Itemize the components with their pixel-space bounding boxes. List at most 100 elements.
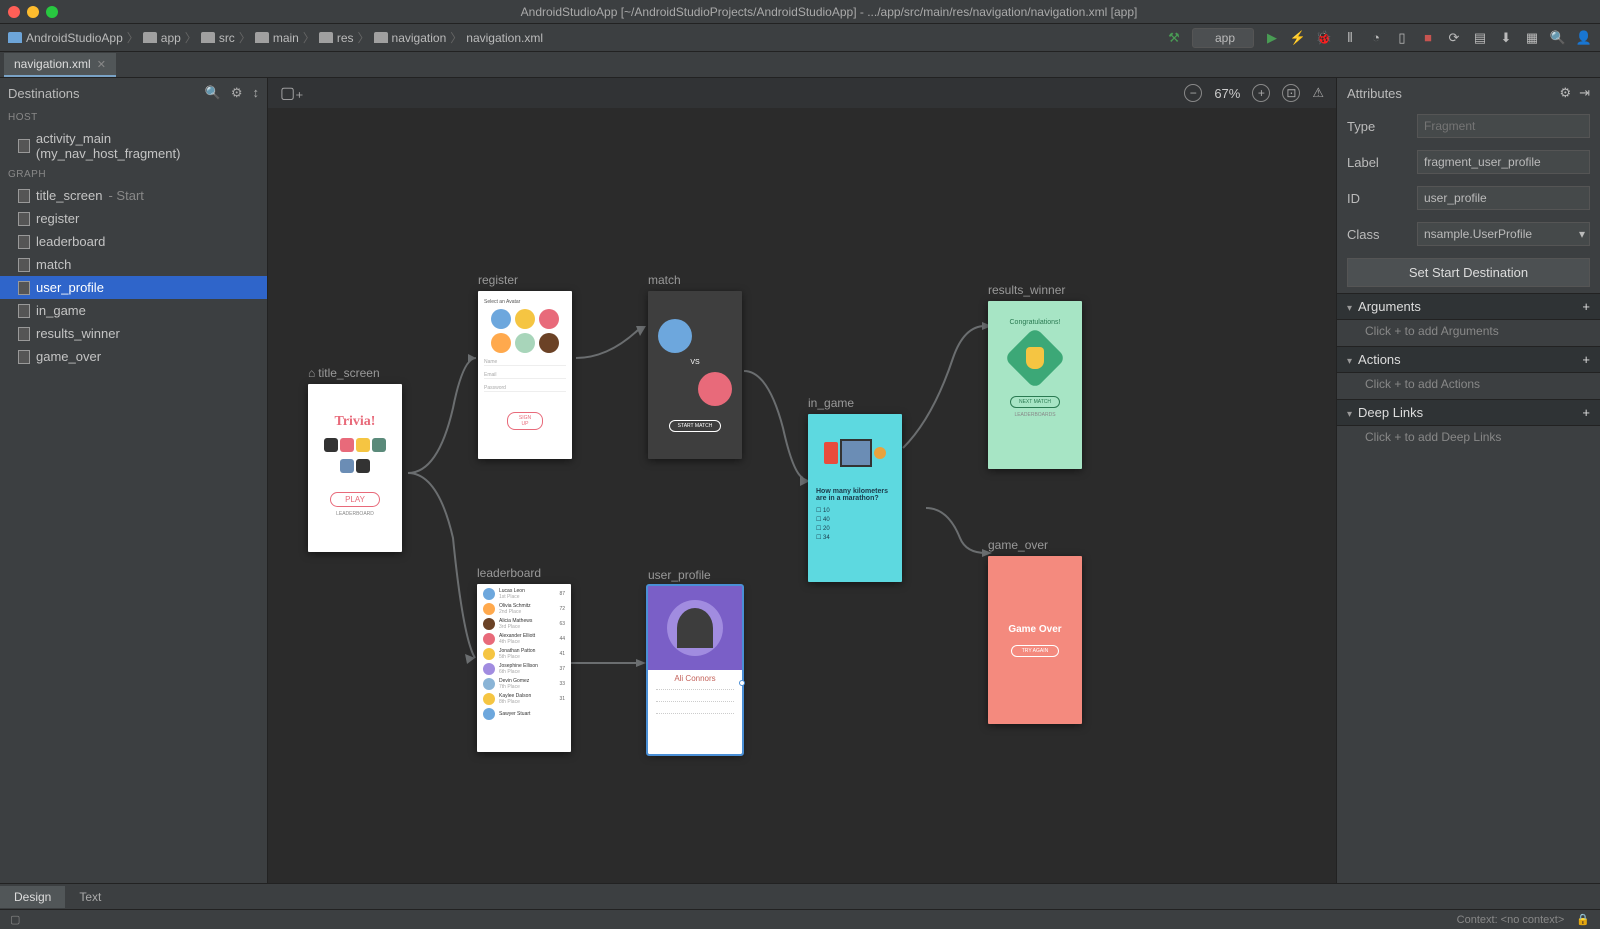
add-destination-icon[interactable]: ▢₊ — [280, 83, 304, 103]
toolbar-actions: ⚒ app ▶ ⚡ 🐞 ⫴ ◔ ▯ ■ ⟳ ▤ ⬇ ▦ 🔍 👤 — [1166, 28, 1592, 48]
node-results-winner[interactable]: results_winner Congratulations! NEXT MAT… — [988, 283, 1082, 469]
attr-id-field[interactable] — [1417, 186, 1590, 210]
node-title-screen[interactable]: ⌂title_screen Trivia! PLAY LEADERBOARD — [308, 366, 402, 552]
preview-title-screen: Trivia! PLAY LEADERBOARD — [308, 384, 402, 552]
crumb-file[interactable]: navigation.xml — [466, 31, 543, 45]
crumb-app[interactable]: app — [143, 31, 181, 45]
node-label: user_profile — [648, 568, 742, 582]
hammer-build-icon[interactable]: ⚒ — [1166, 30, 1182, 46]
deeplinks-section-header[interactable]: ▾Deep Links+ — [1337, 399, 1600, 426]
attr-id-label: ID — [1347, 191, 1407, 206]
editor-tabs: navigation.xml ✕ — [0, 52, 1600, 78]
crumb-src[interactable]: src — [201, 31, 235, 45]
crumb-navigation[interactable]: navigation — [374, 31, 447, 45]
sort-icon[interactable]: ↕ — [253, 85, 260, 101]
attach-debugger-icon[interactable]: ◔ — [1368, 30, 1384, 46]
avatar-grid — [484, 309, 566, 353]
add-deeplink-icon[interactable]: + — [1582, 405, 1590, 420]
tab-design[interactable]: Design — [0, 886, 65, 908]
icon-cluster — [320, 438, 390, 478]
minimize-panel-icon[interactable]: ⇥ — [1579, 85, 1590, 101]
node-match[interactable]: match VS START MATCH — [648, 273, 742, 459]
node-in-game[interactable]: in_game How many kilometers are in a mar… — [808, 396, 902, 582]
graph-item-game-over[interactable]: game_over — [0, 345, 267, 368]
fragment-icon — [18, 281, 30, 295]
graph-item-match[interactable]: match — [0, 253, 267, 276]
search-everywhere-icon[interactable]: 🔍 — [1550, 30, 1566, 46]
context-indicator[interactable]: Context: <no context> — [1457, 914, 1565, 926]
crumb-main[interactable]: main — [255, 31, 299, 45]
debug-icon[interactable]: 🐞 — [1316, 30, 1332, 46]
add-action-icon[interactable]: + — [1582, 352, 1590, 367]
folder-icon — [143, 32, 157, 43]
graph-item-leaderboard[interactable]: leaderboard — [0, 230, 267, 253]
avd-manager-icon[interactable]: ▤ — [1472, 30, 1488, 46]
zoom-out-icon[interactable]: − — [1184, 84, 1202, 102]
nav-editor-canvas[interactable]: ▢₊ − 67% + ⊡ ⚠ — [268, 78, 1336, 883]
file-tab-label: navigation.xml — [14, 57, 91, 71]
set-start-destination-button[interactable]: Set Start Destination — [1347, 258, 1590, 287]
apply-changes-icon[interactable]: ⚡ — [1290, 30, 1306, 46]
graph-item-user-profile[interactable]: user_profile — [0, 276, 267, 299]
node-label: match — [648, 273, 742, 287]
zoom-fit-icon[interactable]: ⊡ — [1282, 84, 1300, 102]
actions-section-header[interactable]: ▾Actions+ — [1337, 346, 1600, 373]
attr-type-field[interactable] — [1417, 114, 1590, 138]
node-user-profile[interactable]: user_profile Ali Connors — [648, 568, 742, 754]
profiler-icon[interactable]: ⫴ — [1342, 30, 1358, 46]
sync-icon[interactable]: ⟳ — [1446, 30, 1462, 46]
run-config-select[interactable]: app — [1192, 28, 1254, 48]
graph-item-register[interactable]: register — [0, 207, 267, 230]
close-window-icon[interactable] — [8, 6, 20, 18]
status-tool-windows-icon[interactable]: ▢ — [10, 913, 20, 926]
node-register[interactable]: register Select an Avatar Name Email Pas… — [478, 273, 572, 459]
sdk-manager-icon[interactable]: ⬇ — [1498, 30, 1514, 46]
play-button: PLAY — [330, 492, 380, 507]
graph-item-in-game[interactable]: in_game — [0, 299, 267, 322]
destinations-title: Destinations — [8, 86, 80, 101]
lock-icon[interactable]: 🔒 — [1576, 913, 1590, 926]
run-icon[interactable]: ▶ — [1264, 30, 1280, 46]
fragment-icon — [18, 235, 30, 249]
gear-icon[interactable]: ⚙ — [231, 85, 243, 101]
search-icon[interactable]: 🔍 — [205, 85, 221, 101]
brand-text: Trivia! — [335, 414, 376, 430]
profile-header — [648, 586, 742, 670]
graph-item-results-winner[interactable]: results_winner — [0, 322, 267, 345]
stop-icon[interactable]: ■ — [1420, 30, 1436, 46]
attributes-header: Attributes ⚙ ⇥ — [1337, 78, 1600, 108]
selection-handle[interactable] — [739, 680, 745, 686]
editor-mode-tabs: Design Text — [0, 883, 1600, 909]
zoom-in-icon[interactable]: + — [1252, 84, 1270, 102]
trophy-icon — [1004, 327, 1066, 389]
tab-text[interactable]: Text — [65, 886, 115, 908]
media-cluster — [808, 414, 902, 484]
folder-icon — [374, 32, 388, 43]
attr-class-label: Class — [1347, 227, 1407, 242]
popcorn-icon — [824, 442, 838, 464]
chevron-down-icon: ▾ — [1347, 356, 1352, 367]
avatar-icon[interactable]: 👤 — [1576, 30, 1592, 46]
layout-inspector-icon[interactable]: ▦ — [1524, 30, 1540, 46]
chevron-down-icon: ▾ — [1347, 303, 1352, 314]
close-tab-icon[interactable]: ✕ — [97, 58, 106, 71]
add-argument-icon[interactable]: + — [1582, 299, 1590, 314]
node-leaderboard[interactable]: leaderboard Lucas Leon1st Place87 Olivia… — [477, 566, 571, 752]
graph-item-title-screen[interactable]: title_screen - Start — [0, 184, 267, 207]
file-tab-navigation[interactable]: navigation.xml ✕ — [4, 53, 116, 77]
crumb-res[interactable]: res — [319, 31, 354, 45]
maximize-window-icon[interactable] — [46, 6, 58, 18]
crumb-project[interactable]: AndroidStudioApp — [8, 31, 123, 45]
host-item[interactable]: activity_main (my_nav_host_fragment) — [0, 127, 267, 165]
attr-label-field[interactable] — [1417, 150, 1590, 174]
arguments-section-header[interactable]: ▾Arguments+ — [1337, 293, 1600, 320]
device-icon[interactable]: ▯ — [1394, 30, 1410, 46]
gear-icon[interactable]: ⚙ — [1559, 85, 1571, 101]
warning-icon[interactable]: ⚠ — [1312, 85, 1324, 101]
attributes-panel: Attributes ⚙ ⇥ Type Label ID Class nsamp… — [1336, 78, 1600, 883]
minimize-window-icon[interactable] — [27, 6, 39, 18]
preview-results-winner: Congratulations! NEXT MATCH LEADERBOARDS — [988, 301, 1082, 469]
node-game-over[interactable]: game_over Game Over TRY AGAIN — [988, 538, 1082, 724]
node-label: ⌂title_screen — [308, 366, 402, 380]
attr-class-dropdown[interactable]: nsample.UserProfile▾ — [1417, 222, 1590, 246]
